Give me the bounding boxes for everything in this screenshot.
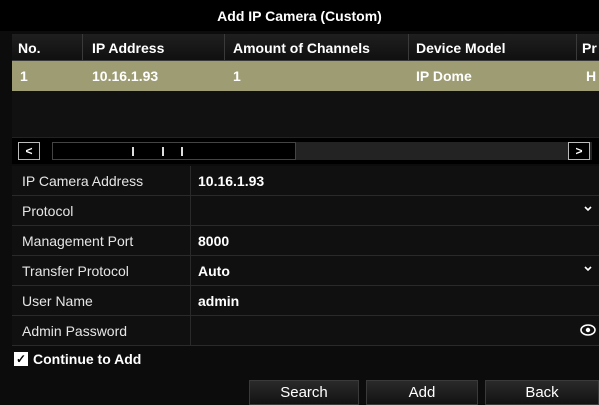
cell-device-model: IP Dome xyxy=(416,68,472,84)
column-header-channels[interactable]: Amount of Channels xyxy=(233,40,370,56)
scroll-track[interactable] xyxy=(52,142,592,160)
protocol-row: Protocol xyxy=(12,196,599,226)
column-divider[interactable] xyxy=(82,34,83,60)
cell-channels: 1 xyxy=(233,68,241,84)
management-port-value: 8000 xyxy=(198,233,230,249)
column-header-ip-address[interactable]: IP Address xyxy=(92,40,164,56)
management-port-row: Management Port 8000 xyxy=(12,226,599,256)
continue-to-add-label: Continue to Add xyxy=(33,351,142,367)
transfer-protocol-select[interactable]: Auto xyxy=(191,256,599,285)
checkmark-icon[interactable]: ✓ xyxy=(14,352,28,366)
table-header: No. IP Address Amount of Channels Device… xyxy=(12,34,599,61)
ip-camera-address-row: IP Camera Address 10.16.1.93 xyxy=(12,166,599,196)
user-name-value: admin xyxy=(198,293,240,309)
add-button[interactable]: Add xyxy=(366,380,478,405)
ip-camera-address-value: 10.16.1.93 xyxy=(198,173,265,189)
transfer-protocol-label: Transfer Protocol xyxy=(22,263,129,279)
scroll-thumb[interactable] xyxy=(52,142,296,160)
grip-line xyxy=(162,147,164,156)
chevron-down-icon[interactable] xyxy=(583,205,593,213)
camera-settings-form: IP Camera Address 10.16.1.93 Protocol Ma… xyxy=(12,166,599,346)
column-header-device-model[interactable]: Device Model xyxy=(416,40,505,56)
user-name-input[interactable] xyxy=(191,286,599,315)
management-port-label: Management Port xyxy=(22,233,134,249)
protocol-label: Protocol xyxy=(22,203,74,219)
column-header-protocol[interactable]: Pr xyxy=(582,40,597,56)
admin-password-row: Admin Password xyxy=(12,316,599,346)
continue-to-add-checkbox[interactable]: ✓ Continue to Add xyxy=(14,349,141,369)
dialog-title: Add IP Camera (Custom) xyxy=(0,0,599,31)
transfer-protocol-row: Transfer Protocol Auto xyxy=(12,256,599,286)
transfer-protocol-value: Auto xyxy=(198,263,230,279)
column-header-no[interactable]: No. xyxy=(18,40,41,56)
back-button[interactable]: Back xyxy=(485,380,599,405)
chevron-left-icon[interactable]: < xyxy=(18,142,40,160)
grip-line xyxy=(181,147,183,156)
eye-icon[interactable] xyxy=(579,322,597,338)
cell-protocol: H xyxy=(586,68,597,84)
chevron-right-icon[interactable]: > xyxy=(568,142,590,160)
chevron-down-icon[interactable] xyxy=(583,265,593,273)
admin-password-label: Admin Password xyxy=(22,323,128,339)
management-port-input[interactable] xyxy=(191,226,599,255)
protocol-select[interactable] xyxy=(191,196,599,225)
admin-password-input[interactable] xyxy=(191,316,599,345)
table-empty-area xyxy=(12,91,599,137)
grip-line xyxy=(132,147,134,156)
cell-ip-address: 10.16.1.93 xyxy=(92,68,159,84)
horizontal-scrollbar[interactable]: < > xyxy=(12,137,599,164)
user-name-row: User Name admin xyxy=(12,286,599,316)
column-divider[interactable] xyxy=(576,34,577,60)
column-divider[interactable] xyxy=(224,34,225,60)
column-divider[interactable] xyxy=(408,34,409,60)
user-name-label: User Name xyxy=(22,293,93,309)
add-ip-camera-dialog: Add IP Camera (Custom) No. IP Address Am… xyxy=(0,0,599,405)
search-button[interactable]: Search xyxy=(249,380,359,405)
cell-no: 1 xyxy=(20,68,28,84)
table-row[interactable]: 1 10.16.1.93 1 IP Dome H xyxy=(12,61,599,91)
ip-camera-address-label: IP Camera Address xyxy=(22,173,144,189)
